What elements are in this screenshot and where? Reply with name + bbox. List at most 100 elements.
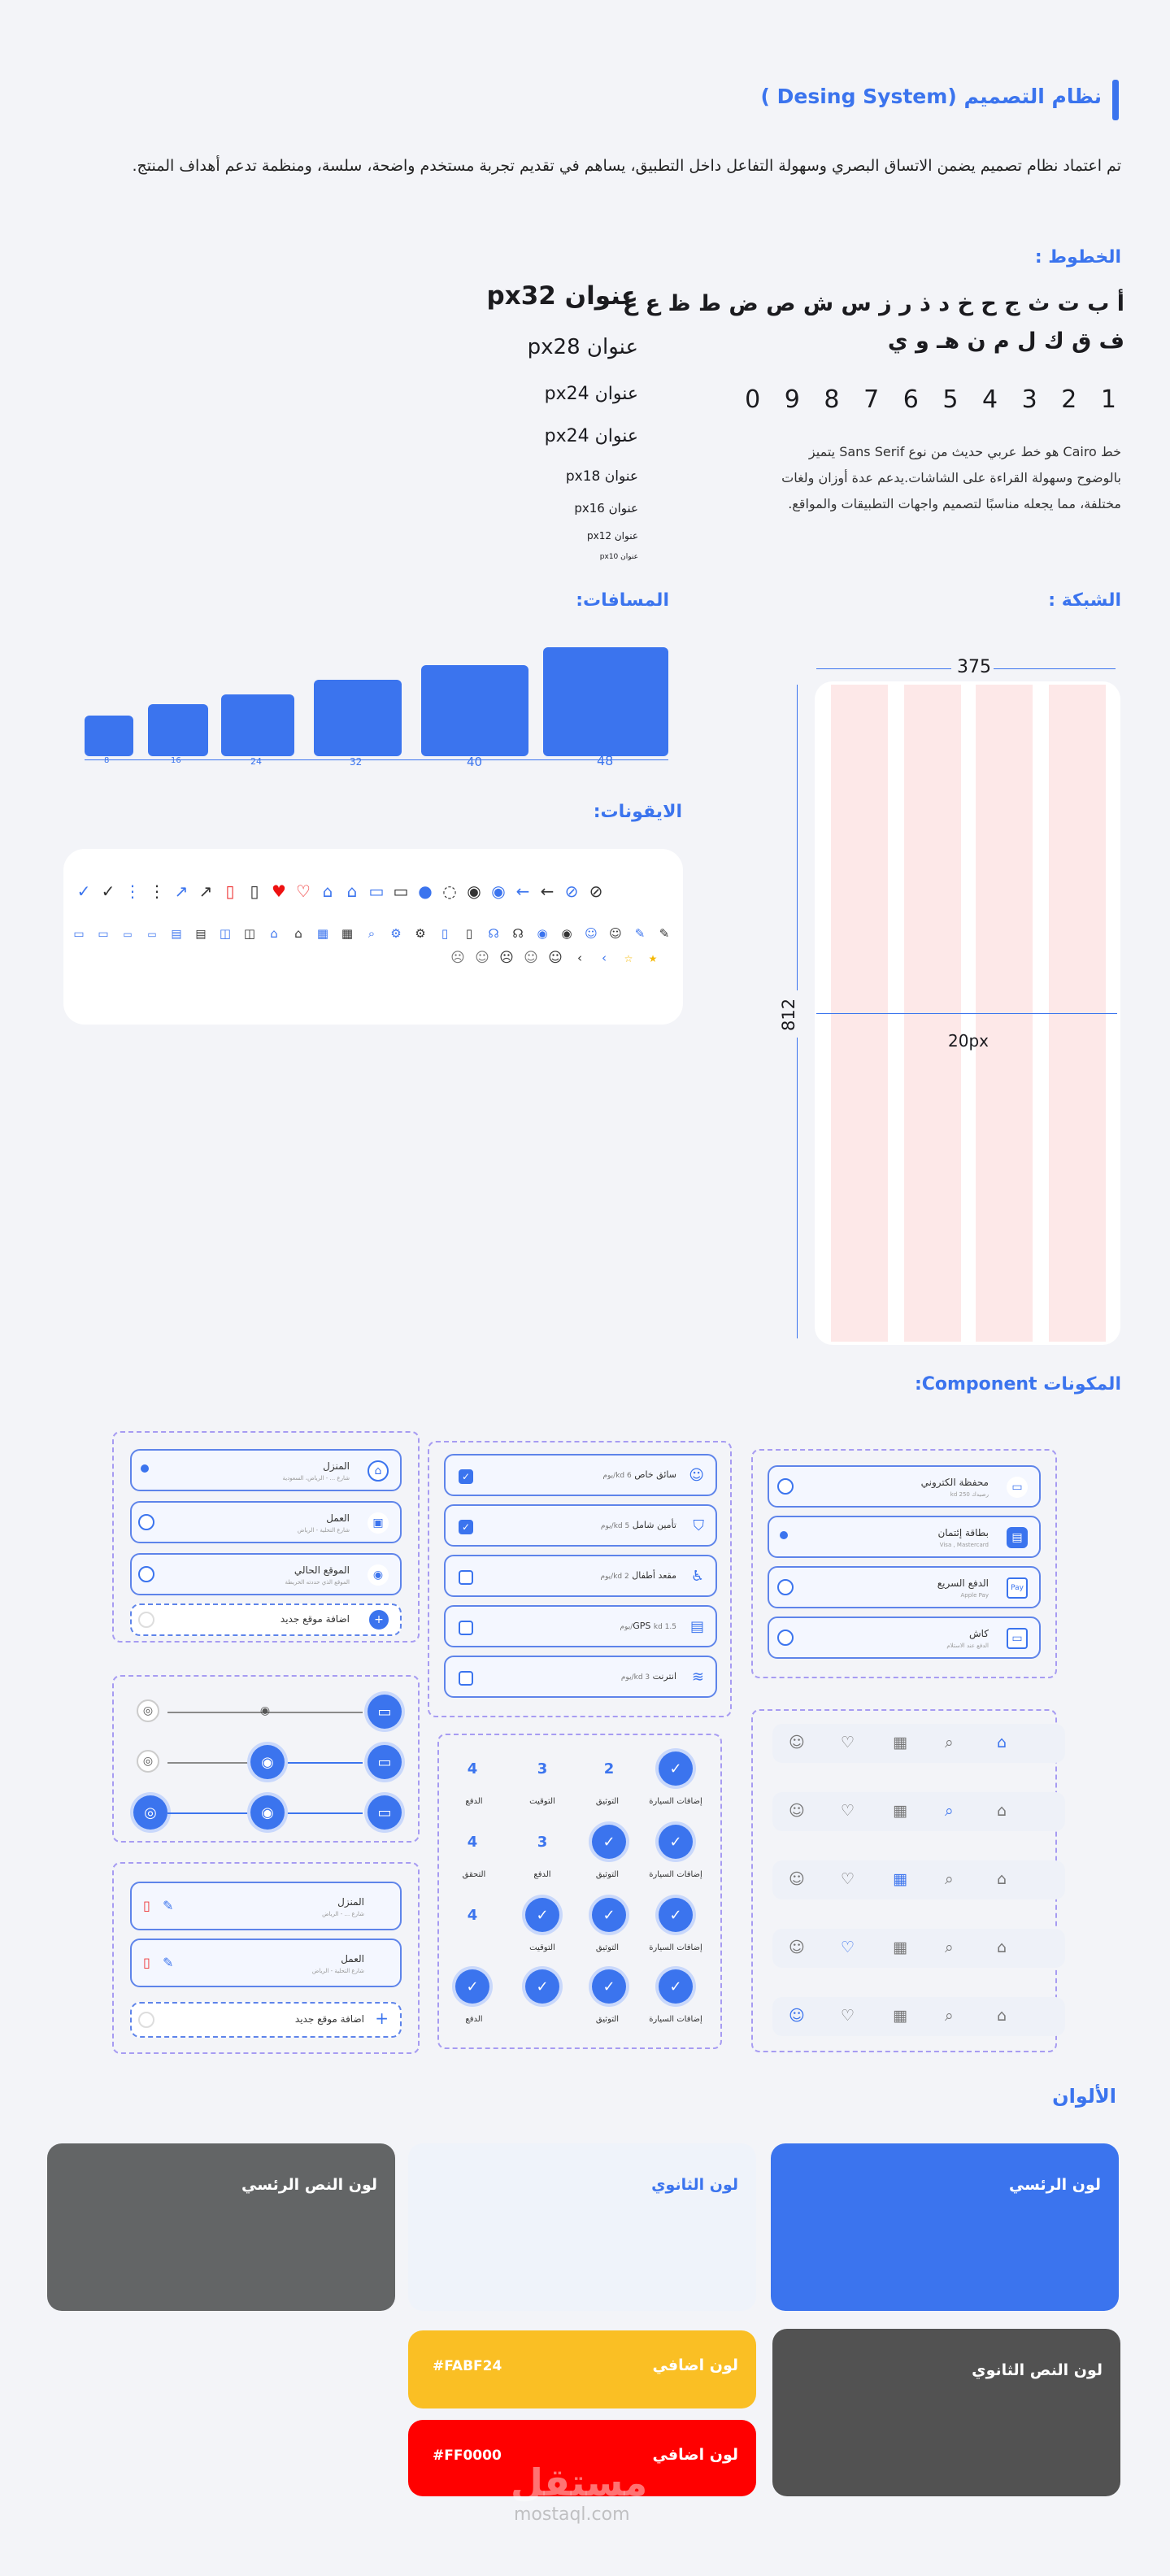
check-icon: ✓ [101, 881, 115, 901]
location-progress-group: ◎ ◉ ▭ ◎ ◉ ▭ ◎ ◉ ▭ [112, 1675, 420, 1843]
grid-height-label: 812 [779, 998, 798, 1031]
payment-option-wallet[interactable]: محفظة الكتروني رصيدك 250 kd ▭ [768, 1465, 1041, 1508]
nav-profile-icon[interactable]: ☺ [789, 1734, 805, 1751]
radio-button[interactable] [777, 1630, 794, 1646]
radio-button[interactable] [777, 1579, 794, 1595]
radio-button[interactable] [777, 1478, 794, 1495]
add-address-button[interactable]: اضافة موقع جديد + [130, 1603, 402, 1636]
nav-search-icon[interactable]: ⌕ [945, 1939, 954, 1956]
radio-button[interactable] [138, 1462, 154, 1478]
check-icon: ✓ [525, 1898, 559, 1932]
nav-home-icon[interactable]: ⌂ [997, 2007, 1007, 2025]
service-row[interactable]: ✓ تأمين شامل kd 5/يوم ⛉ [444, 1504, 717, 1547]
service-name: سائق خاص [634, 1469, 676, 1480]
edit-icon[interactable]: ✎ [163, 1955, 173, 1970]
nav-home-icon[interactable]: ⌂ [997, 1734, 1007, 1751]
arrow-up-right-icon: ↗ [198, 881, 213, 901]
address-option-work[interactable]: العمل شارع التحلية - الرياض ▣ [130, 1501, 402, 1543]
spacing-block-32 [314, 680, 402, 756]
nav-favorites-icon[interactable]: ♡ [841, 1734, 855, 1751]
nav-search-icon[interactable]: ⌕ [945, 1734, 954, 1751]
spacing-measure-line [85, 759, 668, 760]
edit-icon[interactable]: ✎ [163, 1898, 173, 1913]
payment-option-fast[interactable]: الدفع السريع Apple Pay Pay [768, 1566, 1041, 1608]
star-filled-icon: ★ [648, 953, 658, 964]
step-number: 4 [467, 1906, 478, 1924]
nav-search-icon[interactable]: ⌕ [945, 1870, 954, 1888]
nav-bookings-icon[interactable]: ▦ [893, 1734, 907, 1751]
check-icon: ✓ [592, 1969, 626, 2004]
swatch-hex: #FABF24 [433, 2358, 502, 2374]
check-icon: ✓ [659, 1898, 693, 1932]
step-label: التوثيق [595, 1870, 620, 1879]
service-name: تأمين شامل [632, 1520, 676, 1530]
nav-profile-icon[interactable]: ☺ [789, 1939, 805, 1956]
headphones-icon: ☊ [512, 926, 524, 941]
colors-heading: الألوان [1052, 2085, 1116, 2108]
option-subtitle: Visa , Mastercard [939, 1542, 989, 1548]
page-title: نظام التصميم (Desing System ) [760, 85, 1102, 108]
add-address-button[interactable]: اضافة موقع جديد + [130, 2002, 402, 2038]
nav-bookings-icon[interactable]: ▦ [893, 1802, 907, 1820]
bottom-nav-bar: ☺ ♡ ▦ ⌕ ⌂ [772, 1860, 1065, 1899]
checkbox[interactable] [459, 1570, 473, 1585]
nav-home-icon[interactable]: ⌂ [997, 1802, 1007, 1820]
nav-bookings-icon[interactable]: ▦ [893, 1870, 907, 1888]
trash-icon[interactable]: ▯ [143, 1898, 150, 1913]
nav-home-icon[interactable]: ⌂ [997, 1939, 1007, 1956]
step-label: التوقيت [529, 1797, 555, 1806]
gear-icon: ⚙ [415, 926, 426, 941]
nav-favorites-icon[interactable]: ♡ [841, 1870, 855, 1888]
service-row[interactable]: ✓ سائق خاص kd 6/يوم ☺ [444, 1454, 717, 1496]
spacing-heading: المسافات: [576, 590, 669, 611]
location-pin-icon: ◉ [250, 1745, 285, 1779]
nav-search-icon[interactable]: ⌕ [945, 1802, 954, 1820]
nav-bookings-icon[interactable]: ▦ [893, 2007, 907, 2025]
location-pin-icon: ◉ [491, 881, 506, 901]
saved-address-row[interactable]: العمل شارع التحلية - الرياض ▯ ✎ [130, 1939, 402, 1987]
nav-favorites-icon[interactable]: ♡ [841, 1802, 855, 1820]
nav-profile-icon[interactable]: ☺ [789, 1870, 805, 1888]
option-subtitle: الدفع عند الاستلام [946, 1643, 989, 1649]
watermark-logo: مستقل [511, 2461, 648, 2504]
checkbox[interactable] [459, 1671, 473, 1686]
swatch-text-secondary: لون النص الثانوي [772, 2329, 1120, 2496]
checkbox[interactable] [459, 1621, 473, 1635]
nav-profile-icon[interactable]: ☺ [789, 2007, 805, 2025]
cash-icon: ▭ [1007, 1628, 1028, 1649]
radio-button[interactable] [138, 1514, 154, 1530]
service-price: kd 2/يوم [600, 1573, 629, 1581]
service-row[interactable]: انترنت kd 3/يوم ≋ [444, 1656, 717, 1698]
nav-bookings-icon[interactable]: ▦ [893, 1939, 907, 1956]
font-size-18: عنوان px18 [565, 468, 638, 485]
address-option-current[interactable]: الموقع الحالي الموقع الذي حددته الخريطة … [130, 1553, 402, 1595]
nav-home-icon[interactable]: ⌂ [997, 1870, 1007, 1888]
payment-option-card[interactable]: بطاقة إئتمان Visa , Mastercard ▤ [768, 1516, 1041, 1558]
saved-address-row[interactable]: المنزل شارع ... - الرياض ▯ ✎ [130, 1882, 402, 1930]
radio-button[interactable] [777, 1529, 794, 1545]
option-title: الدفع السريع [937, 1577, 989, 1589]
chevron-left-icon: ‹ [602, 951, 607, 965]
location-pin-icon: ◉ [537, 926, 548, 941]
payment-method-group: محفظة الكتروني رصيدك 250 kd ▭ بطاقة إئتم… [751, 1449, 1057, 1678]
nav-profile-icon[interactable]: ☺ [789, 1802, 805, 1820]
service-row[interactable]: GPS kd 1.5/يوم ▤ [444, 1605, 717, 1647]
service-name: انترنت [652, 1671, 676, 1682]
nav-search-icon[interactable]: ⌕ [945, 2007, 954, 2025]
service-row[interactable]: مقعد أطفال kd 2/يوم ♿ [444, 1555, 717, 1597]
radio-button[interactable] [138, 1566, 154, 1582]
edit-icon: ✎ [634, 926, 646, 941]
nav-favorites-icon[interactable]: ♡ [841, 1939, 855, 1956]
checkbox[interactable]: ✓ [459, 1520, 473, 1534]
trash-icon[interactable]: ▯ [143, 1955, 150, 1970]
location-target-icon: ◎ [137, 1750, 159, 1773]
nav-favorites-icon[interactable]: ♡ [841, 2007, 855, 2025]
address-option-home[interactable]: المنزل شارع ... - الرياض، السعودية ⌂ [130, 1449, 402, 1491]
step-number: 3 [537, 1760, 548, 1778]
payment-option-cash[interactable]: كاش الدفع عند الاستلام ▭ [768, 1617, 1041, 1659]
grid-height-line-top [797, 685, 798, 990]
step-number: 3 [537, 1833, 548, 1851]
trash-icon: ▯ [225, 881, 235, 901]
checkbox[interactable]: ✓ [459, 1469, 473, 1484]
briefcase-icon: ▣ [368, 1512, 389, 1534]
